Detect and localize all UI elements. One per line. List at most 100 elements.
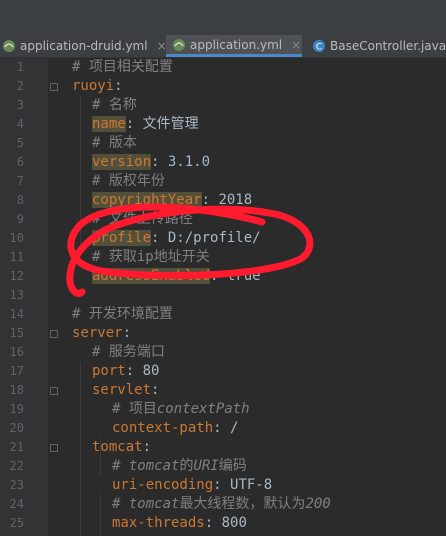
yaml-key: ruoyi <box>72 78 115 94</box>
yaml-colon: : <box>114 78 123 94</box>
comment-part: # 获取ip地址开关 <box>92 249 210 265</box>
yaml-key: version <box>92 154 152 170</box>
line-number: 17 <box>9 364 24 378</box>
comment-text: # 开发环境配置 <box>72 305 173 324</box>
comment-italic: 200 <box>305 496 331 512</box>
code-line[interactable]: 15 server: <box>0 324 446 343</box>
code-line[interactable]: 21 tomcat: <box>0 438 446 457</box>
line-number: 13 <box>9 288 24 302</box>
fold-toggle-icon[interactable] <box>50 444 58 452</box>
comment: # 服务端口 <box>92 344 165 360</box>
tab-application-yml[interactable]: application.yml × <box>166 35 302 57</box>
comment-text: # 服务端口 <box>92 343 165 362</box>
line-number: 5 <box>16 136 24 150</box>
line-number: 4 <box>16 117 24 131</box>
yaml-key: context-path <box>112 420 214 436</box>
code-line[interactable]: 18 servlet: <box>0 381 446 400</box>
code-line[interactable]: 11 # 获取ip地址开关 <box>0 248 446 267</box>
code-editor[interactable]: 1 # 项目相关配置 2 ruoyi: 3 # 名称 4 name: 文件管理 5 # 版本 6 ve… <box>0 58 446 536</box>
yaml-value: 文件管理 <box>134 116 199 132</box>
indent-guide <box>80 362 81 536</box>
comment-text: # 项目相关配置 <box>72 58 173 77</box>
yaml-key: servlet <box>92 382 152 398</box>
comment: # 文件上传路径 <box>92 211 193 227</box>
comment-part: # 版权年份 <box>92 173 165 189</box>
code-line[interactable]: 10 profile: D:/profile/ <box>0 229 446 248</box>
code-line[interactable]: 12 addressEnabled: true <box>0 267 446 286</box>
yaml-entry: max-threads: 800 <box>112 514 247 533</box>
comment-part: # 开发环境配置 <box>72 306 173 322</box>
comment-text: # 名称 <box>92 96 137 115</box>
comment-part: # 文件上传路径 <box>92 211 193 227</box>
code-line[interactable]: 24 # tomcat最大线程数，默认为200 <box>0 495 446 514</box>
code-line[interactable]: 4 name: 文件管理 <box>0 115 446 134</box>
comment-part: # 项目相关配置 <box>72 59 173 75</box>
yaml-colon: : <box>201 192 211 208</box>
comment-italic: URI <box>193 458 219 474</box>
comment-italic: contextPath <box>156 401 250 417</box>
line-number: 20 <box>9 421 24 435</box>
line-number: 12 <box>9 269 24 283</box>
comment-part: # 名称 <box>92 97 137 113</box>
yaml-key: max-threads <box>112 515 205 531</box>
code-line[interactable]: 25 max-threads: 800 <box>0 514 446 533</box>
yaml-entry: port: 80 <box>92 362 159 381</box>
code-line[interactable]: 23 uri-encoding: UTF-8 <box>0 476 446 495</box>
tab-label: application.yml <box>190 37 283 52</box>
java-class-icon: C <box>313 40 325 53</box>
comment: # 版权年份 <box>92 173 165 189</box>
yaml-value: 800 <box>213 515 247 531</box>
yaml-entry: version: 3.1.0 <box>92 153 210 172</box>
tab-application-druid-yml[interactable]: application-druid.yml × <box>0 35 167 57</box>
code-line[interactable]: 5 # 版本 <box>0 134 446 153</box>
code-line[interactable]: 19 # 项目contextPath <box>0 400 446 419</box>
svg-text:C: C <box>316 43 322 53</box>
close-icon[interactable]: × <box>291 38 301 52</box>
yaml-key: copyrightYear <box>92 192 202 208</box>
code-line[interactable]: 13 <box>0 286 446 305</box>
comment: # 开发环境配置 <box>72 306 173 322</box>
code-line[interactable]: 2 ruoyi: <box>0 77 446 96</box>
yaml-key: port <box>92 363 126 379</box>
tab-basecontroller-java[interactable]: C BaseController.java <box>309 35 446 57</box>
yaml-entry: copyrightYear: 2018 <box>92 191 252 210</box>
code-line[interactable]: 14 # 开发环境配置 <box>0 305 446 324</box>
code-line[interactable]: 16 # 服务端口 <box>0 343 446 362</box>
code-line[interactable]: 17 port: 80 <box>0 362 446 381</box>
code-line[interactable]: 3 # 名称 <box>0 96 446 115</box>
editor-tab-bar: application-druid.yml × application.yml … <box>0 0 446 58</box>
yaml-entry: servlet: <box>92 381 159 400</box>
comment-italic: tomcat <box>128 458 180 474</box>
yaml-value: 80 <box>134 363 160 379</box>
code-line[interactable]: 20 context-path: / <box>0 419 446 438</box>
fold-toggle-icon[interactable] <box>50 83 58 91</box>
line-number: 23 <box>9 478 24 492</box>
code-line[interactable]: 6 version: 3.1.0 <box>0 153 446 172</box>
code-line[interactable]: 7 # 版权年份 <box>0 172 446 191</box>
code-line[interactable]: 8 copyrightYear: 2018 <box>0 191 446 210</box>
yaml-file-icon <box>173 38 185 51</box>
code-line[interactable]: 9 # 文件上传路径 <box>0 210 446 229</box>
comment: # 版本 <box>92 135 137 151</box>
tab-label: BaseController.java <box>330 39 446 53</box>
comment: # tomcat最大线程数，默认为200 <box>112 496 331 512</box>
yaml-entry: addressEnabled: true <box>92 267 261 286</box>
tab-label: application-druid.yml <box>20 39 148 53</box>
line-number: 1 <box>16 60 24 74</box>
code-line[interactable]: 22 # tomcat的URI编码 <box>0 457 446 476</box>
comment-text: # 版本 <box>92 134 137 153</box>
line-number: 3 <box>16 98 24 112</box>
line-number: 15 <box>9 326 24 340</box>
comment-part: # <box>112 458 129 474</box>
toolbar-strip <box>0 0 446 31</box>
line-number: 6 <box>16 155 24 169</box>
comment-text: # tomcat最大线程数，默认为200 <box>112 495 331 514</box>
code-line[interactable]: 1 # 项目相关配置 <box>0 58 446 77</box>
yaml-key: name <box>92 116 126 132</box>
line-number: 22 <box>9 459 24 473</box>
line-number: 10 <box>9 231 24 245</box>
fold-toggle-icon[interactable] <box>50 330 58 338</box>
fold-toggle-icon[interactable] <box>50 387 58 395</box>
line-number: 18 <box>9 383 24 397</box>
comment: # 获取ip地址开关 <box>92 249 210 265</box>
